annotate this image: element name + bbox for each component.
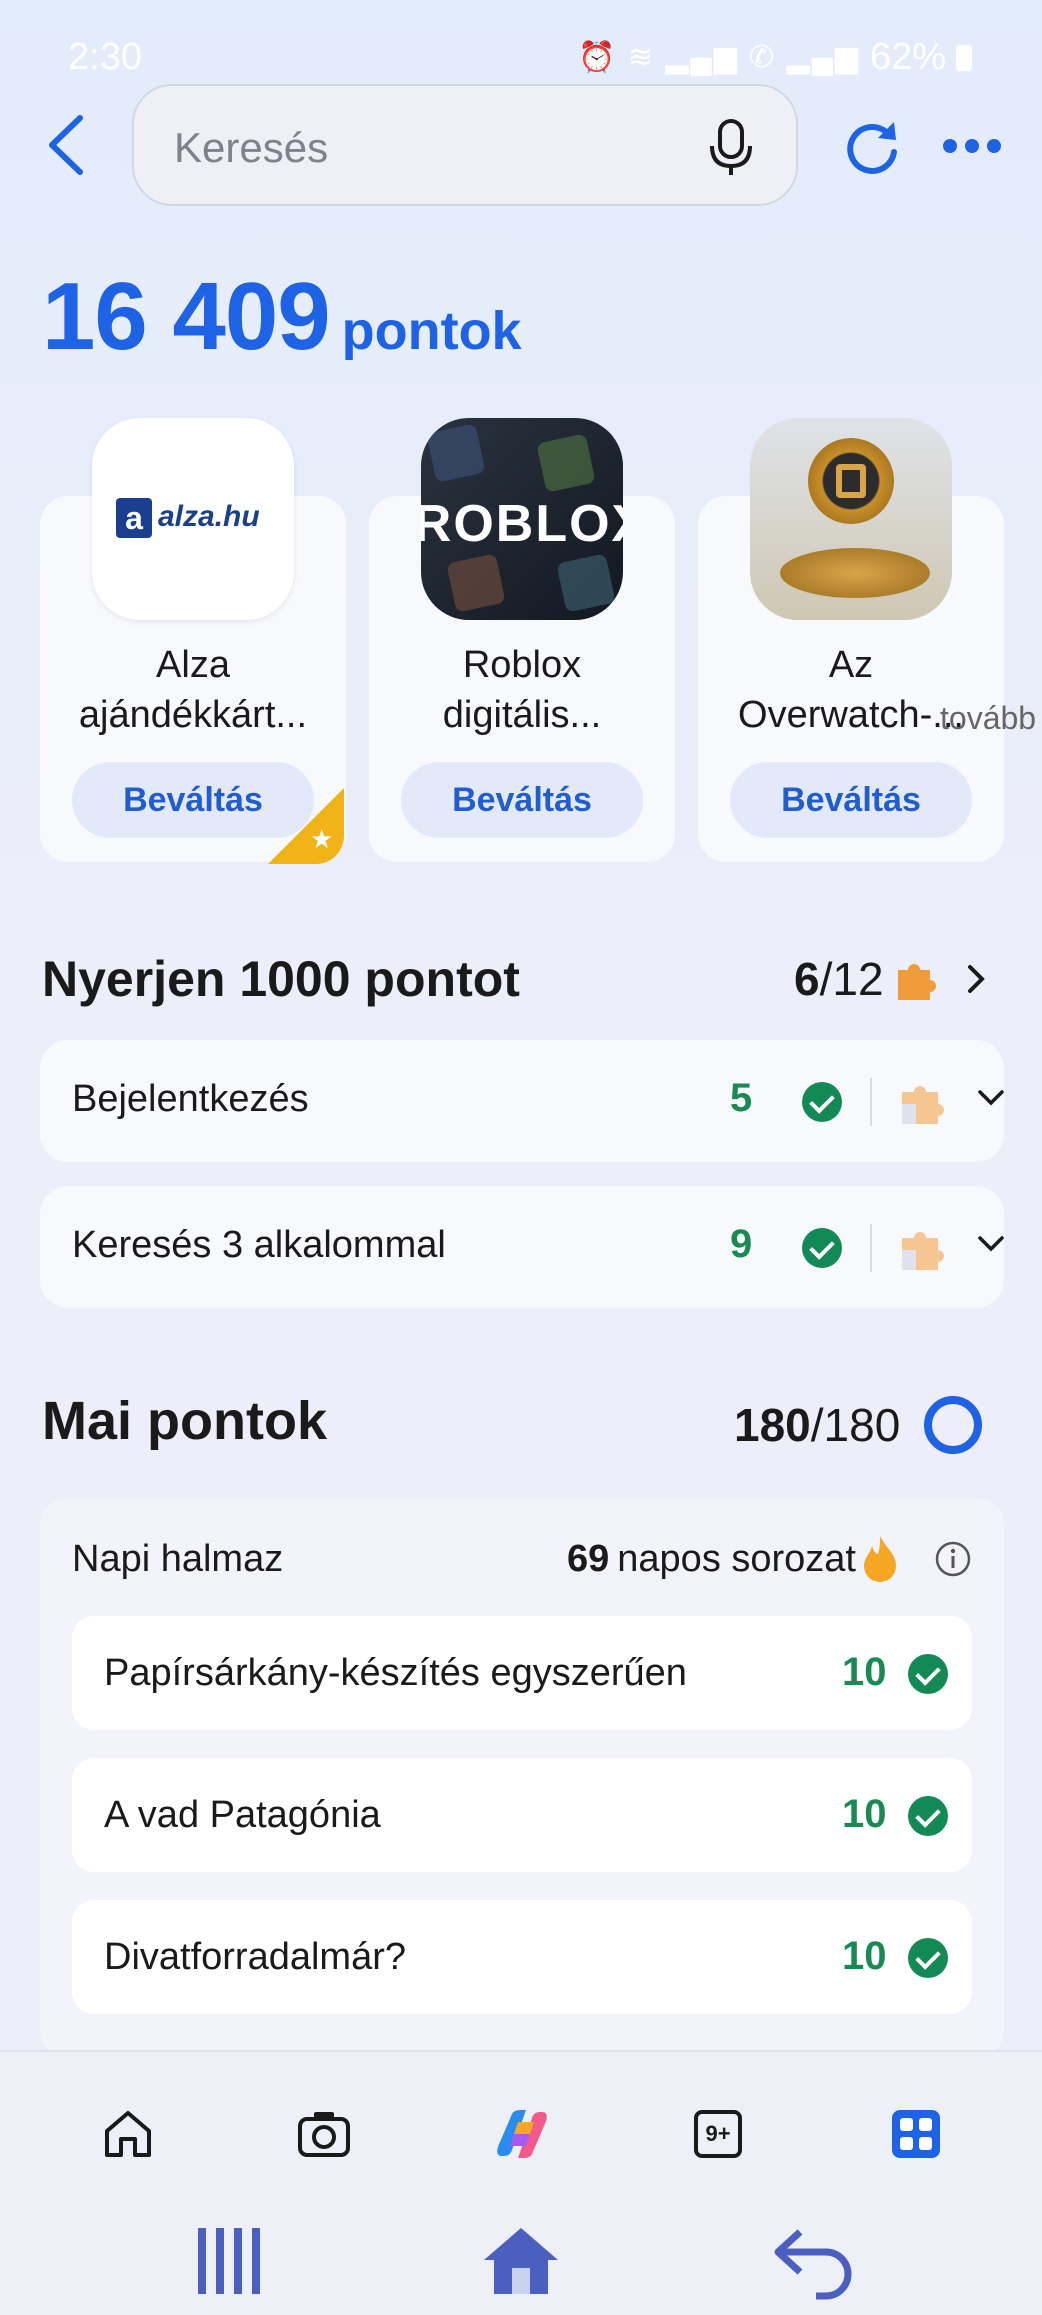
progress-ring	[924, 1396, 983, 1454]
copilot-icon[interactable]	[482, 2094, 562, 2174]
daily-points-total: /180	[810, 1399, 901, 1451]
daily-points-title: Mai pontok	[42, 1391, 327, 1451]
task-row-login[interactable]: Bejelentkezés 5	[40, 1040, 1004, 1162]
streak-label: napos sorozat	[617, 1537, 856, 1580]
system-navigation-bar	[0, 2200, 1042, 2315]
puzzle-icon	[902, 1086, 944, 1124]
star-icon: ★	[310, 824, 334, 854]
daily-item-points: 10	[842, 1934, 887, 1978]
daily-set-title: Napi halmaz	[72, 1538, 284, 1580]
refresh-icon[interactable]	[842, 118, 900, 176]
home-icon[interactable]	[88, 2094, 168, 2174]
challenge-progress-done: 6	[794, 953, 820, 1005]
daily-item[interactable]: Divatforradalmár? 10	[72, 1900, 972, 2014]
daily-points-progress: 180 /180	[734, 1394, 984, 1456]
overwatch-coin-logo	[750, 418, 952, 620]
recent-apps-icon[interactable]	[190, 2220, 280, 2300]
battery-icon	[956, 44, 972, 71]
more-rewards-link[interactable]: tovább	[940, 700, 1036, 737]
more-options-icon[interactable]	[942, 134, 1002, 158]
daily-points-earned: 180	[734, 1399, 811, 1451]
battery-level: 62%	[869, 36, 946, 78]
flame-icon	[864, 1536, 896, 1582]
points-value: 16 409	[42, 263, 331, 370]
status-icons: ⏰ ≋ ▂▄▆ ✆ ▂▄▆ 62%	[578, 36, 972, 79]
daily-item-points: 10	[842, 1650, 887, 1694]
search-placeholder: Keresés	[174, 124, 329, 171]
status-time: 2:30	[68, 36, 142, 78]
points-unit: pontok	[341, 301, 522, 361]
challenge-progress-total: /12	[819, 953, 884, 1005]
back-button[interactable]	[42, 112, 92, 178]
reward-title-alza: Alza ajándékkárt...	[78, 644, 308, 736]
search-input[interactable]: Keresés	[132, 84, 798, 206]
chevron-down-icon[interactable]	[978, 1236, 1004, 1252]
task-count: 5	[730, 1076, 753, 1120]
apps-icon[interactable]	[876, 2094, 956, 2174]
task-label: Bejelentkezés	[72, 1078, 309, 1120]
system-back-icon[interactable]	[770, 2220, 860, 2300]
puzzle-icon	[897, 964, 936, 1000]
redeem-button-overwatch[interactable]: Beváltás	[730, 762, 972, 838]
chevron-down-icon[interactable]	[978, 1090, 1004, 1106]
bottom-navigation: 9+	[0, 2050, 1042, 2220]
task-row-search[interactable]: Keresés 3 alkalommal 9	[40, 1186, 1004, 1308]
check-icon	[802, 1228, 842, 1268]
divider	[870, 1224, 872, 1272]
tabs-count-badge: 9+	[694, 2110, 742, 2158]
streak-info: 69 napos sorozat	[567, 1534, 972, 1584]
redeem-button-roblox[interactable]: Beváltás	[401, 762, 643, 838]
microphone-icon[interactable]	[708, 118, 754, 178]
points-balance: 16 409 pontok	[42, 262, 522, 372]
system-home-icon[interactable]	[476, 2220, 566, 2300]
check-icon	[908, 1938, 948, 1978]
daily-item-label: Papírsárkány-készítés egyszerűen	[104, 1652, 687, 1694]
check-icon	[908, 1796, 948, 1836]
streak-days: 69	[567, 1537, 610, 1580]
task-count: 9	[730, 1222, 753, 1266]
camera-icon[interactable]	[284, 2094, 364, 2174]
daily-item-label: A vad Patagónia	[104, 1794, 381, 1836]
challenge-title: Nyerjen 1000 pontot	[42, 951, 520, 1007]
daily-set-card: Napi halmaz 69 napos sorozat Papírsárkán…	[40, 1498, 1004, 2058]
signal-icons: ⏰ ≋ ▂▄▆ ✆ ▂▄▆	[578, 41, 860, 74]
redeem-button-alza[interactable]: Beváltás	[72, 762, 314, 838]
alza-logo: a alza.hu	[92, 418, 294, 620]
task-label: Keresés 3 alkalommal	[72, 1224, 446, 1266]
reward-title-roblox: Roblox digitális...	[442, 644, 602, 736]
puzzle-icon	[902, 1232, 944, 1270]
divider	[870, 1078, 872, 1126]
daily-item-points: 10	[842, 1792, 887, 1836]
chevron-right-icon	[967, 965, 985, 993]
tabs-icon[interactable]: 9+	[678, 2094, 758, 2174]
daily-item[interactable]: A vad Patagónia 10	[72, 1758, 972, 1872]
check-icon	[908, 1654, 948, 1694]
info-icon[interactable]	[934, 1540, 972, 1578]
roblox-logo: ROBLOX	[421, 418, 623, 620]
daily-item[interactable]: Papírsárkány-készítés egyszerűen 10	[72, 1616, 972, 1730]
check-icon	[802, 1082, 842, 1122]
challenge-progress[interactable]: 6 /12	[794, 952, 986, 1006]
daily-item-label: Divatforradalmár?	[104, 1936, 406, 1978]
